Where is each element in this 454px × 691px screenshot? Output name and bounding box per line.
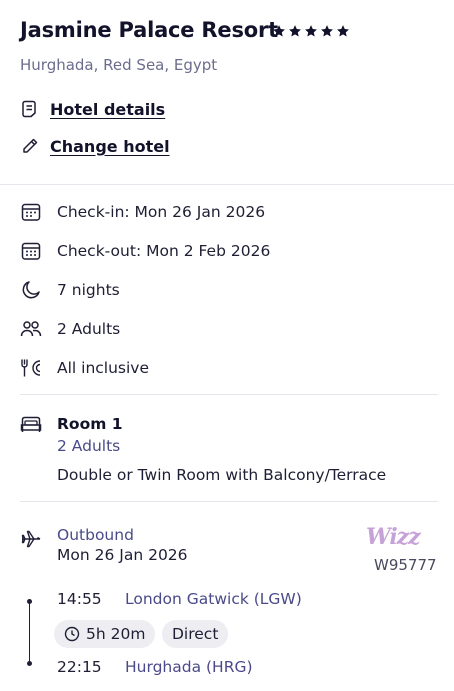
pencil-icon	[20, 136, 40, 156]
document-icon	[20, 99, 40, 119]
departure-airport: London Gatwick (LGW)	[125, 590, 302, 608]
change-hotel-label[interactable]: Change hotel	[50, 137, 170, 156]
star-rating	[272, 24, 350, 38]
room-title: Room 1	[57, 415, 123, 433]
departure-time: 14:55	[57, 590, 102, 608]
guests-text: 2 Adults	[57, 320, 121, 338]
stops-text: Direct	[172, 625, 219, 643]
nights-text: 7 nights	[57, 281, 120, 299]
divider	[20, 394, 438, 395]
guests-row: 2 Adults	[20, 318, 120, 340]
change-hotel-link[interactable]: Change hotel	[20, 136, 170, 156]
duration-text: 5h 20m	[86, 625, 146, 643]
arrival-time: 22:15	[57, 658, 102, 676]
stops-chip: Direct	[162, 620, 229, 648]
hotel-details-link[interactable]: Hotel details	[20, 99, 165, 119]
board-text: All inclusive	[57, 359, 150, 377]
airline-logo: Wizz	[366, 524, 421, 550]
bed-icon	[20, 416, 42, 432]
timeline-dot	[27, 661, 32, 666]
star-icon	[289, 25, 301, 37]
timeline-dot	[27, 599, 32, 604]
checkin-row: Check-in: Mon 26 Jan 2026	[20, 201, 265, 223]
checkout-row: Check-out: Mon 2 Feb 2026	[20, 240, 270, 262]
checkout-text: Check-out: Mon 2 Feb 2026	[57, 242, 271, 260]
outbound-label: Outbound	[57, 526, 134, 544]
board-row: All inclusive	[20, 357, 149, 379]
star-icon	[337, 25, 349, 37]
moon-icon	[20, 279, 42, 301]
people-icon	[20, 318, 42, 340]
nights-row: 7 nights	[20, 279, 120, 301]
plane-icon	[21, 530, 41, 548]
flight-number: W95777	[374, 556, 437, 574]
star-icon	[305, 25, 317, 37]
outbound-date: Mon 26 Jan 2026	[57, 546, 188, 564]
room-type: Double or Twin Room with Balcony/Terrace	[57, 466, 387, 484]
calendar-icon	[20, 201, 42, 223]
hotel-details-label[interactable]: Hotel details	[50, 100, 165, 119]
clock-icon	[64, 626, 80, 642]
hotel-location: Hurghada, Red Sea, Egypt	[20, 56, 218, 74]
timeline-line	[29, 600, 30, 664]
checkin-text: Check-in: Mon 26 Jan 2026	[57, 203, 266, 221]
star-icon	[321, 25, 333, 37]
duration-chip: 5h 20m	[54, 620, 156, 648]
star-icon	[273, 25, 285, 37]
arrival-airport: Hurghada (HRG)	[125, 658, 253, 676]
calendar-icon	[20, 240, 42, 262]
divider	[0, 184, 454, 185]
cutlery-icon	[20, 357, 42, 379]
hotel-name: Jasmine Palace Resort	[20, 18, 278, 42]
room-guests: 2 Adults	[57, 437, 121, 455]
divider	[20, 501, 438, 502]
